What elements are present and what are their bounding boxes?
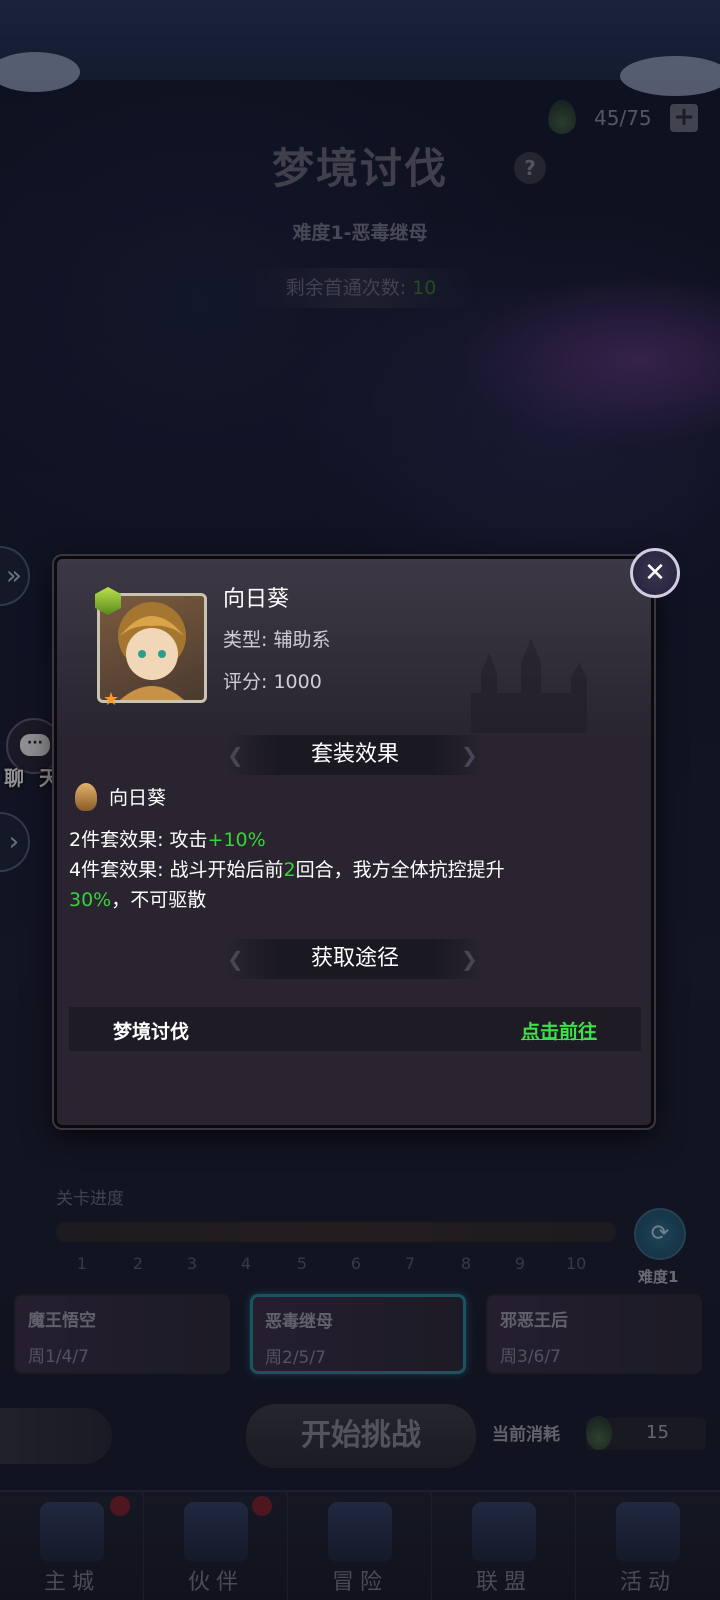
hero-score: 评分: 1000 <box>223 671 322 693</box>
source-title: 获取途径 <box>310 946 399 971</box>
effect4-text-mid: 回合，我方全体抗控提升 <box>295 859 505 881</box>
source-row: 梦境讨伐 点击前往 <box>69 1007 641 1051</box>
go-to-source-link[interactable]: 点击前往 <box>521 1017 597 1044</box>
ornament-left-icon: ❮ <box>227 743 244 767</box>
source-heading: 获取途径 <box>227 939 483 979</box>
close-modal-button[interactable]: ✕ <box>630 548 680 598</box>
effect-2-piece: 2件套效果: 攻击+10% <box>69 825 629 855</box>
ornament-left-icon: ❮ <box>227 947 244 971</box>
effect-4-piece: 4件套效果: 战斗开始后前2回合，我方全体抗控提升 30%，不可驱散 <box>69 855 629 915</box>
castle-silhouette-icon <box>471 638 587 733</box>
effect4-text: 4件套效果: 战斗开始后前 <box>69 859 284 881</box>
source-name: 梦境讨伐 <box>113 1021 190 1043</box>
hero-type: 类型: 辅助系 <box>223 629 331 651</box>
set-effect-heading: 套装效果 <box>227 735 483 775</box>
ornament-right-icon: ❯ <box>461 743 478 767</box>
ornament-right-icon: ❯ <box>461 947 478 971</box>
effect2-text: 2件套效果: 攻击 <box>69 829 208 851</box>
effect4-value: 30% <box>69 889 112 911</box>
effect4-rounds: 2 <box>283 859 296 881</box>
sunflower-set-icon <box>75 783 97 811</box>
set-effect-title: 套装效果 <box>310 742 399 767</box>
modal-header: ★ 向日葵 类型: 辅助系 评分: 1000 <box>57 559 651 743</box>
star-icon: ★ <box>103 689 120 710</box>
effect4-suffix: ，不可驱散 <box>111 889 207 911</box>
effect2-value: +10% <box>207 829 266 851</box>
hero-name: 向日葵 <box>223 587 290 612</box>
close-icon: ✕ <box>644 558 666 588</box>
equipment-detail-modal: ★ 向日葵 类型: 辅助系 评分: 1000 套装效果 ❮ ❯ 向日葵 2件套效… <box>54 556 654 1128</box>
set-name: 向日葵 <box>109 787 167 809</box>
